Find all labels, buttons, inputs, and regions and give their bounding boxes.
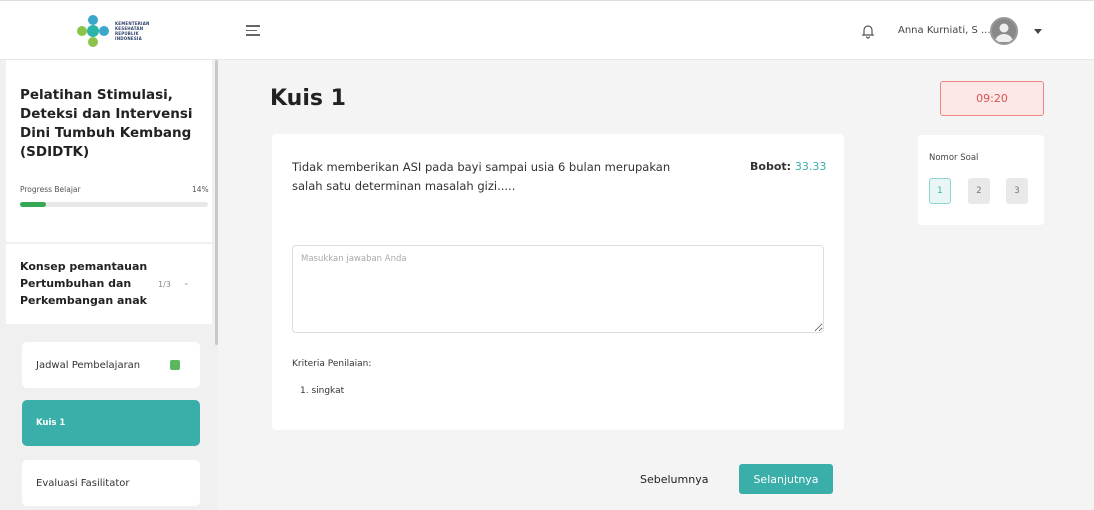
- top-bar: KEMENTERIAN KESEHATAN REPUBLIK INDONESIA…: [0, 0, 1094, 60]
- kemenkes-logo[interactable]: KEMENTERIAN KESEHATAN REPUBLIK INDONESIA: [76, 11, 196, 51]
- logo-text: KEMENTERIAN KESEHATAN REPUBLIK INDONESIA: [115, 21, 150, 41]
- user-avatar-icon: [995, 23, 1013, 42]
- bell-icon[interactable]: [860, 23, 876, 39]
- bobot-value: 33.33: [794, 160, 827, 173]
- progress-bar: [20, 202, 208, 207]
- module-count: 1/3: [158, 280, 171, 289]
- sidebar-item-label: Kuis 1: [36, 418, 66, 428]
- hamburger-icon[interactable]: [246, 25, 260, 37]
- sidebar-item-evaluasi-fasilitator[interactable]: Evaluasi Fasilitator: [22, 460, 200, 506]
- kemenkes-emblem-icon: [77, 15, 109, 47]
- course-card: Pelatihan Stimulasi, Deteksi dan Interve…: [6, 60, 212, 242]
- avatar[interactable]: [990, 17, 1018, 45]
- sidebar-item-label: Jadwal Pembelajaran: [36, 359, 141, 371]
- logo-line: INDONESIA: [115, 36, 142, 41]
- sidebar-item-kuis-1[interactable]: Kuis 1: [22, 400, 200, 446]
- question-navigator-label: Nomor Soal: [929, 153, 979, 163]
- sidebar-item-label: Evaluasi Fasilitator: [36, 477, 130, 489]
- question-number-3[interactable]: 3: [1006, 178, 1028, 204]
- previous-button[interactable]: Sebelumnya: [632, 466, 716, 492]
- sidebar-scrollbar[interactable]: [215, 60, 218, 345]
- bobot-label: Bobot: 33.33: [750, 160, 826, 173]
- module-title: Konsep pemantauan Pertumbuhan dan Perkem…: [20, 260, 148, 307]
- next-button[interactable]: Selanjutnya: [739, 464, 833, 494]
- countdown-timer: 09:20: [940, 81, 1044, 116]
- criteria-label: Kriteria Penilaian:: [292, 359, 372, 369]
- course-title: Pelatihan Stimulasi, Deteksi dan Interve…: [20, 87, 193, 160]
- progress-percent: 14%: [192, 185, 209, 194]
- sidebar-item-jadwal-pembelajaran[interactable]: Jadwal Pembelajaran: [22, 342, 200, 388]
- bobot-label-text: Bobot:: [750, 160, 792, 173]
- check-icon: [170, 360, 180, 370]
- sidebar: Pelatihan Stimulasi, Deteksi dan Interve…: [0, 60, 218, 510]
- module-header[interactable]: Konsep pemantauan Pertumbuhan dan Perkem…: [6, 244, 212, 324]
- question-number-1[interactable]: 1: [929, 178, 951, 204]
- progress-label: Progress Belajar: [20, 185, 81, 194]
- criteria-item: 1. singkat: [300, 386, 345, 396]
- answer-input[interactable]: [292, 245, 824, 333]
- question-navigator: Nomor Soal 1 2 3: [918, 135, 1044, 225]
- page-title: Kuis 1: [270, 86, 346, 111]
- chevron-down-icon[interactable]: ⌄: [183, 278, 190, 287]
- user-name[interactable]: Anna Kurniati, S ...: [898, 25, 991, 36]
- question-card: Tidak memberikan ASI pada bayi sampai us…: [272, 134, 844, 430]
- question-number-2[interactable]: 2: [968, 178, 990, 204]
- question-text: Tidak memberikan ASI pada bayi sampai us…: [292, 160, 671, 193]
- caret-down-icon[interactable]: [1034, 29, 1042, 34]
- progress-bar-fill: [20, 202, 47, 207]
